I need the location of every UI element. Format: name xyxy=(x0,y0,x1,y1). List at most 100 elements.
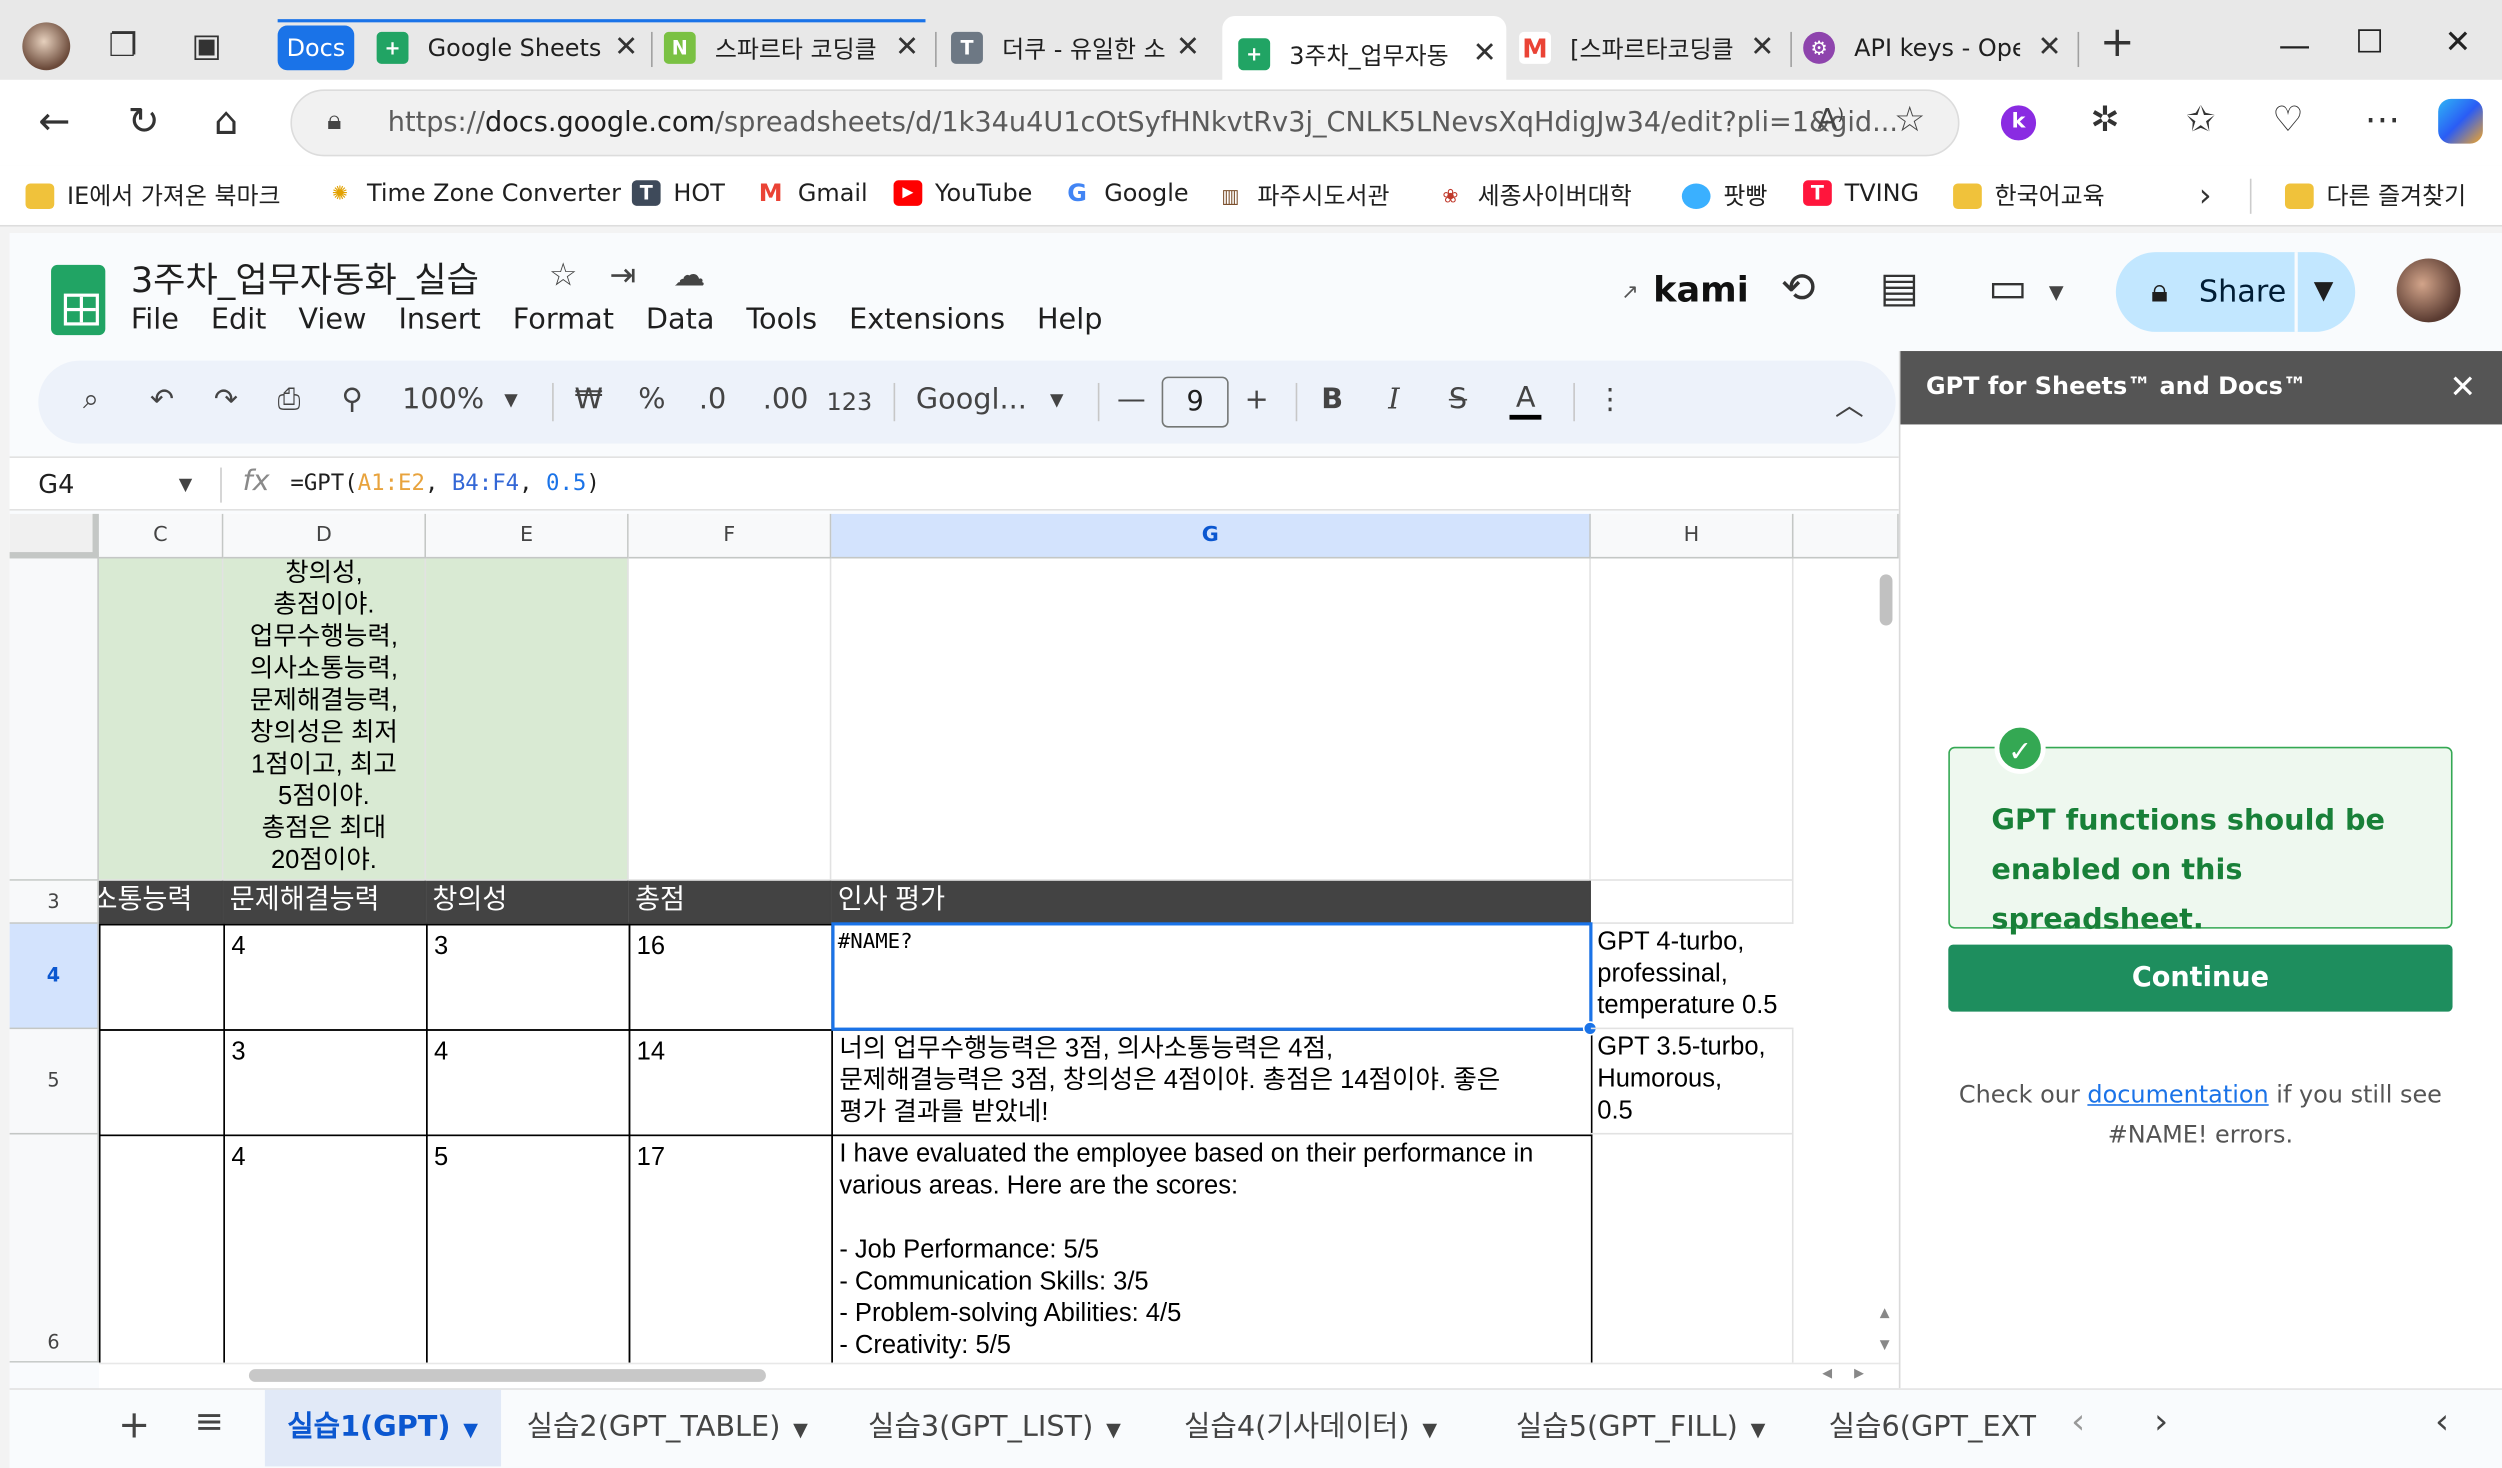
version-history-icon[interactable]: ⟲ xyxy=(1781,265,1816,313)
bookmark-podbbang[interactable]: 팟빵 xyxy=(1681,179,1767,213)
kami-extension-icon[interactable]: k xyxy=(2000,105,2037,141)
comments-icon[interactable]: ▤ xyxy=(1880,265,1919,313)
share-button[interactable]: 🔒︎ Share ▼ xyxy=(2115,252,2356,332)
column-header-h[interactable]: H xyxy=(1590,513,1794,559)
column-header-f[interactable]: F xyxy=(628,513,832,559)
undo-icon[interactable]: ↶ xyxy=(150,383,174,417)
sheet-tab-practice6[interactable]: 실습6(GPT_EXT xyxy=(1829,1390,2036,1467)
close-panel-icon[interactable]: ✕ xyxy=(2449,367,2476,405)
vertical-tabs-icon[interactable]: ▣ xyxy=(191,26,221,64)
meet-dropdown-icon[interactable]: ▼ xyxy=(2049,281,2064,303)
cell-e4[interactable]: 3 xyxy=(426,923,631,1031)
menu-tools[interactable]: Tools xyxy=(746,303,817,337)
bookmark-gmail[interactable]: M Gmail xyxy=(756,179,868,208)
share-dropdown-icon[interactable]: ▼ xyxy=(2314,274,2334,304)
minimize-icon[interactable]: — xyxy=(2279,26,2311,64)
extensions-icon[interactable]: ✲ xyxy=(2090,99,2119,144)
collapse-menus-icon[interactable]: ︿ xyxy=(1835,383,1864,424)
strikethrough-icon[interactable]: S xyxy=(1449,383,1467,417)
cell-h2[interactable] xyxy=(1590,558,1794,881)
close-tab-icon[interactable]: ✕ xyxy=(1176,31,1200,64)
cell-f4[interactable]: 16 xyxy=(628,923,833,1031)
menu-file[interactable]: File xyxy=(131,303,179,337)
bookmarks-overflow-icon[interactable]: › xyxy=(2199,176,2212,214)
header-communication[interactable]: 소통능력 xyxy=(98,880,224,924)
sheet-tab-practice2[interactable]: 실습2(GPT_TABLE) ▼ xyxy=(527,1390,840,1467)
bookmark-paju-library[interactable]: ▥ 파주시도서관 xyxy=(1216,179,1389,213)
cell-e2[interactable] xyxy=(426,558,629,881)
percent-format-button[interactable]: % xyxy=(638,383,665,417)
back-icon[interactable]: ← xyxy=(38,99,70,144)
name-box[interactable]: G4 xyxy=(38,469,74,499)
cell-f6[interactable]: 17 xyxy=(628,1134,833,1363)
menu-insert[interactable]: Insert xyxy=(398,303,480,337)
row-header-4[interactable]: 4 xyxy=(9,923,99,1030)
bookmark-korean-folder[interactable]: 한국어교육 xyxy=(1953,179,2105,213)
cell-f2[interactable] xyxy=(628,558,832,881)
browser-essentials-icon[interactable]: ♡ xyxy=(2272,99,2303,144)
font-family-select[interactable]: Googl... xyxy=(916,383,1027,417)
cell-c6[interactable] xyxy=(98,1134,225,1363)
cell-d4[interactable]: 4 xyxy=(223,923,428,1031)
column-header-g[interactable]: G xyxy=(831,513,1591,559)
zoom-dropdown-icon[interactable]: ▼ xyxy=(504,389,518,410)
menu-format[interactable]: Format xyxy=(513,303,614,337)
sheet-tabs-prev-icon[interactable]: ‹ xyxy=(2071,1403,2085,1443)
sheet-tab-dropdown-icon[interactable]: ▼ xyxy=(463,1419,478,1441)
scroll-down-icon[interactable]: ▼ xyxy=(1880,1337,1890,1351)
meet-camera-icon[interactable]: ▭ xyxy=(1988,265,2027,313)
sheet-tab-dropdown-icon[interactable]: ▼ xyxy=(793,1419,808,1441)
cell-e6[interactable]: 5 xyxy=(426,1134,631,1363)
increase-decimal-button[interactable]: .00 xyxy=(763,383,809,417)
header-total[interactable]: 총점 xyxy=(628,880,832,924)
cell-g2[interactable] xyxy=(831,558,1591,881)
close-tab-icon[interactable]: ✕ xyxy=(1750,31,1774,64)
window-close-icon[interactable]: ✕ xyxy=(2445,22,2472,60)
decrease-decimal-button[interactable]: .0 xyxy=(699,383,726,417)
home-icon[interactable]: ⌂ xyxy=(214,99,238,144)
decrease-font-size-icon[interactable]: — xyxy=(1117,383,1146,417)
header-hr-evaluation[interactable]: 인사 평가 xyxy=(831,880,1591,924)
row-header-2[interactable] xyxy=(9,558,99,881)
sheet-tab-practice1[interactable]: 실습1(GPT) ▼ xyxy=(264,1389,502,1467)
spreadsheet-grid[interactable]: C D E F G H 창의성, 총점이야. 업무수행능력, 의사소통능력, 문… xyxy=(9,513,1899,1363)
menu-extensions[interactable]: Extensions xyxy=(849,303,1005,337)
paint-format-icon[interactable]: ⚲ xyxy=(341,383,362,417)
sheet-tabs-next-icon[interactable]: › xyxy=(2154,1403,2168,1443)
sheets-logo-icon[interactable] xyxy=(51,264,106,336)
column-header-i[interactable] xyxy=(1793,513,1899,559)
all-sheets-icon[interactable]: ≡ xyxy=(195,1403,224,1443)
row-header-3[interactable]: 3 xyxy=(9,880,99,924)
documentation-link[interactable]: documentation xyxy=(2087,1080,2268,1109)
cell-c4[interactable] xyxy=(98,923,225,1031)
maximize-icon[interactable]: ☐ xyxy=(2355,22,2384,60)
copilot-icon[interactable] xyxy=(2438,98,2483,144)
column-header-c[interactable]: C xyxy=(98,513,224,559)
scroll-right-icon[interactable]: ▶ xyxy=(1854,1366,1864,1380)
search-menus-icon[interactable]: ⌕ xyxy=(83,383,99,417)
sheet-tab-practice5[interactable]: 실습5(GPT_FILL) ▼ xyxy=(1516,1390,1813,1467)
horizontal-scroll-thumb[interactable] xyxy=(248,1369,766,1382)
print-icon[interactable]: ⎙ xyxy=(278,383,301,417)
tab-sparta-coding[interactable]: N 스파르타 코딩클 ✕ xyxy=(663,16,929,80)
cell-c5[interactable] xyxy=(98,1029,225,1137)
more-menu-icon[interactable]: ⋯ xyxy=(2365,99,2400,144)
menu-help[interactable]: Help xyxy=(1037,303,1102,337)
header-problem-solving[interactable]: 문제해결능력 xyxy=(223,880,427,924)
cell-c2[interactable] xyxy=(98,558,224,881)
cell-h3[interactable] xyxy=(1590,880,1794,924)
kami-button[interactable]: kami xyxy=(1653,271,1749,311)
column-header-e[interactable]: E xyxy=(426,513,629,559)
sheet-tab-dropdown-icon[interactable]: ▼ xyxy=(1106,1419,1121,1441)
workspaces-icon[interactable]: ❐ xyxy=(109,26,138,64)
close-tab-icon[interactable]: ✕ xyxy=(1473,37,1497,70)
tab-openai-api-keys[interactable]: ⚙ API keys - Oper ✕ xyxy=(1803,16,2071,80)
close-tab-icon[interactable]: ✕ xyxy=(614,31,638,64)
new-tab-icon[interactable]: + xyxy=(2100,19,2135,67)
number-format-button[interactable]: 123 xyxy=(827,388,873,417)
row-header-6[interactable]: 6 xyxy=(9,1134,99,1363)
sheet-tab-dropdown-icon[interactable]: ▼ xyxy=(1751,1419,1766,1441)
bookmark-youtube[interactable]: ▶ YouTube xyxy=(893,179,1032,207)
font-dropdown-icon[interactable]: ▼ xyxy=(1050,389,1064,410)
cell-d2[interactable]: 창의성, 총점이야. 업무수행능력, 의사소통능력, 문제해결능력, 창의성은 … xyxy=(223,558,427,881)
